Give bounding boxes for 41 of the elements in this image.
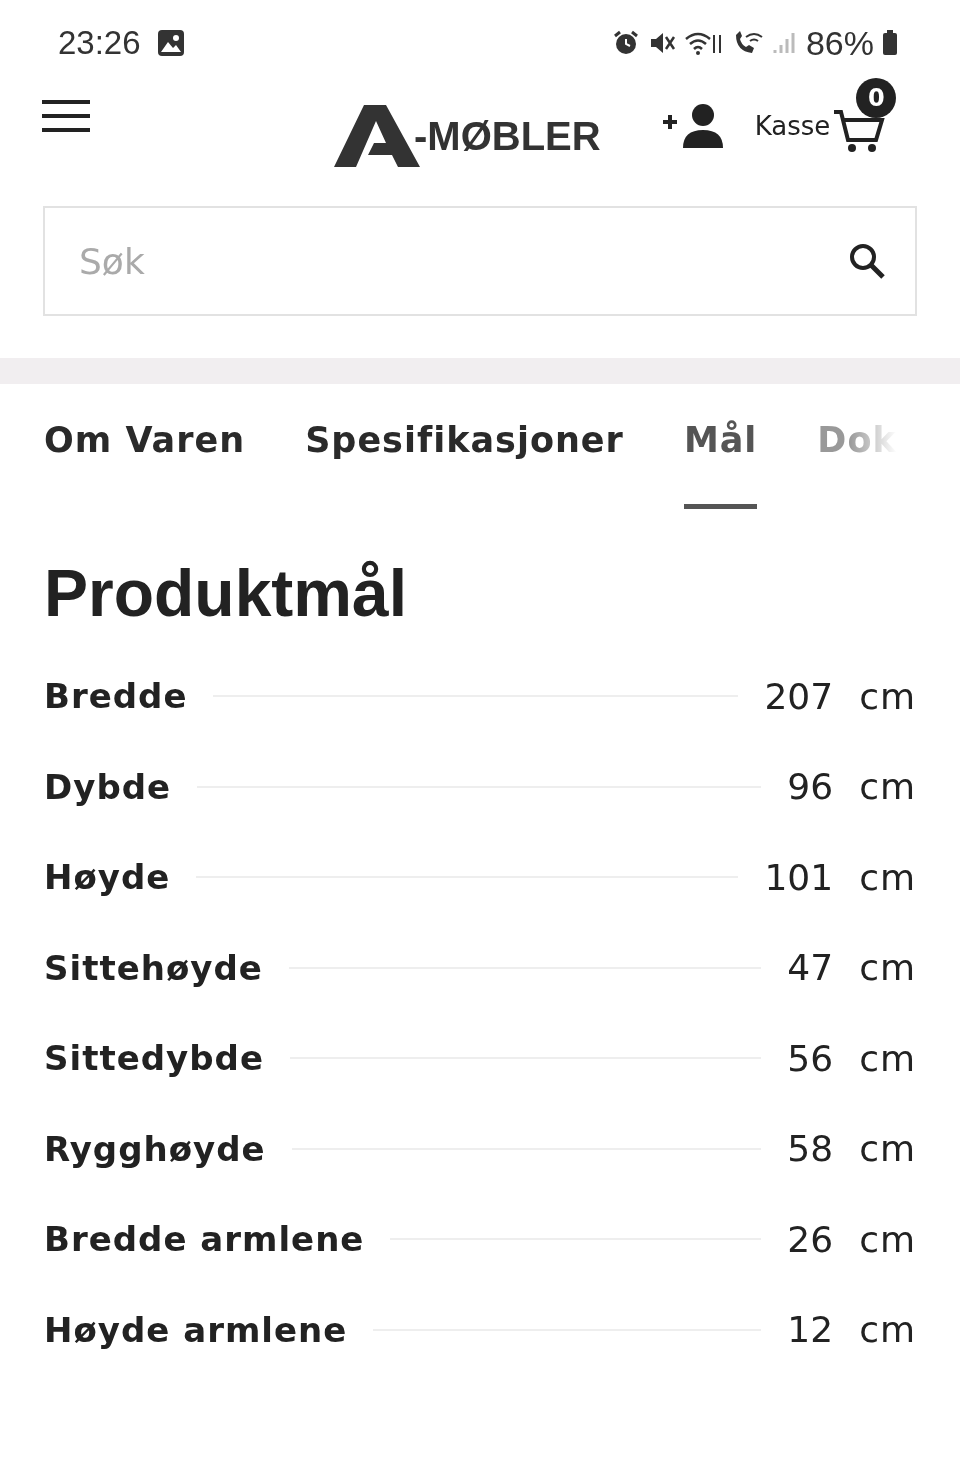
section-heading: Produktmål (44, 555, 409, 631)
dimension-label: Bredde (44, 676, 188, 717)
battery-icon (882, 29, 898, 57)
dimension-unit: cm (859, 947, 916, 989)
dimension-unit: cm (859, 766, 916, 808)
dimension-unit: cm (859, 675, 916, 717)
search-bar[interactable]: Søk (43, 206, 917, 316)
dimension-value: 12 (787, 1309, 834, 1351)
dimension-label: Høyde armlene (44, 1309, 348, 1350)
cart-count-badge: 0 (856, 78, 897, 118)
dimension-value: 207 (764, 675, 834, 717)
dimension-unit: cm (859, 1128, 916, 1170)
tab[interactable]: Om Varen (44, 420, 246, 509)
dimension-value: 56 (787, 1037, 834, 1079)
status-time: 23:26 (58, 24, 141, 62)
tab[interactable]: Spesifikasjoner (305, 420, 624, 509)
add-user-icon[interactable] (660, 102, 723, 150)
search-icon[interactable] (847, 241, 887, 281)
dimension-label: Dybde (44, 766, 172, 807)
dimension-unit: cm (859, 1309, 916, 1351)
dimension-unit: cm (859, 1218, 916, 1260)
cart-button[interactable]: Kasse 0 (754, 78, 897, 154)
alarm-icon (611, 29, 640, 57)
dimension-value: 101 (764, 856, 834, 898)
dimension-value: 26 (787, 1218, 834, 1260)
logo-text: -MØBLER (414, 113, 601, 159)
dimension-label: Høyde (44, 857, 171, 898)
dimension-value: 47 (787, 947, 834, 989)
dimension-unit: cm (859, 1037, 916, 1079)
battery-percent: 86% (805, 23, 874, 63)
dimension-value: 96 (787, 766, 834, 808)
dimension-label: Rygghøyde (44, 1128, 266, 1169)
gallery-icon (156, 29, 185, 57)
menu-icon[interactable] (42, 99, 90, 133)
dimension-label: Bredde armlene (44, 1219, 365, 1260)
dimension-label: Sittedybde (44, 1038, 264, 1079)
search-field[interactable]: Søk (77, 239, 847, 283)
tab[interactable]: Mål (683, 420, 758, 509)
dimension-value: 58 (787, 1128, 834, 1170)
dimension-label: Sittehøyde (44, 947, 263, 988)
dimension-unit: cm (859, 856, 916, 898)
